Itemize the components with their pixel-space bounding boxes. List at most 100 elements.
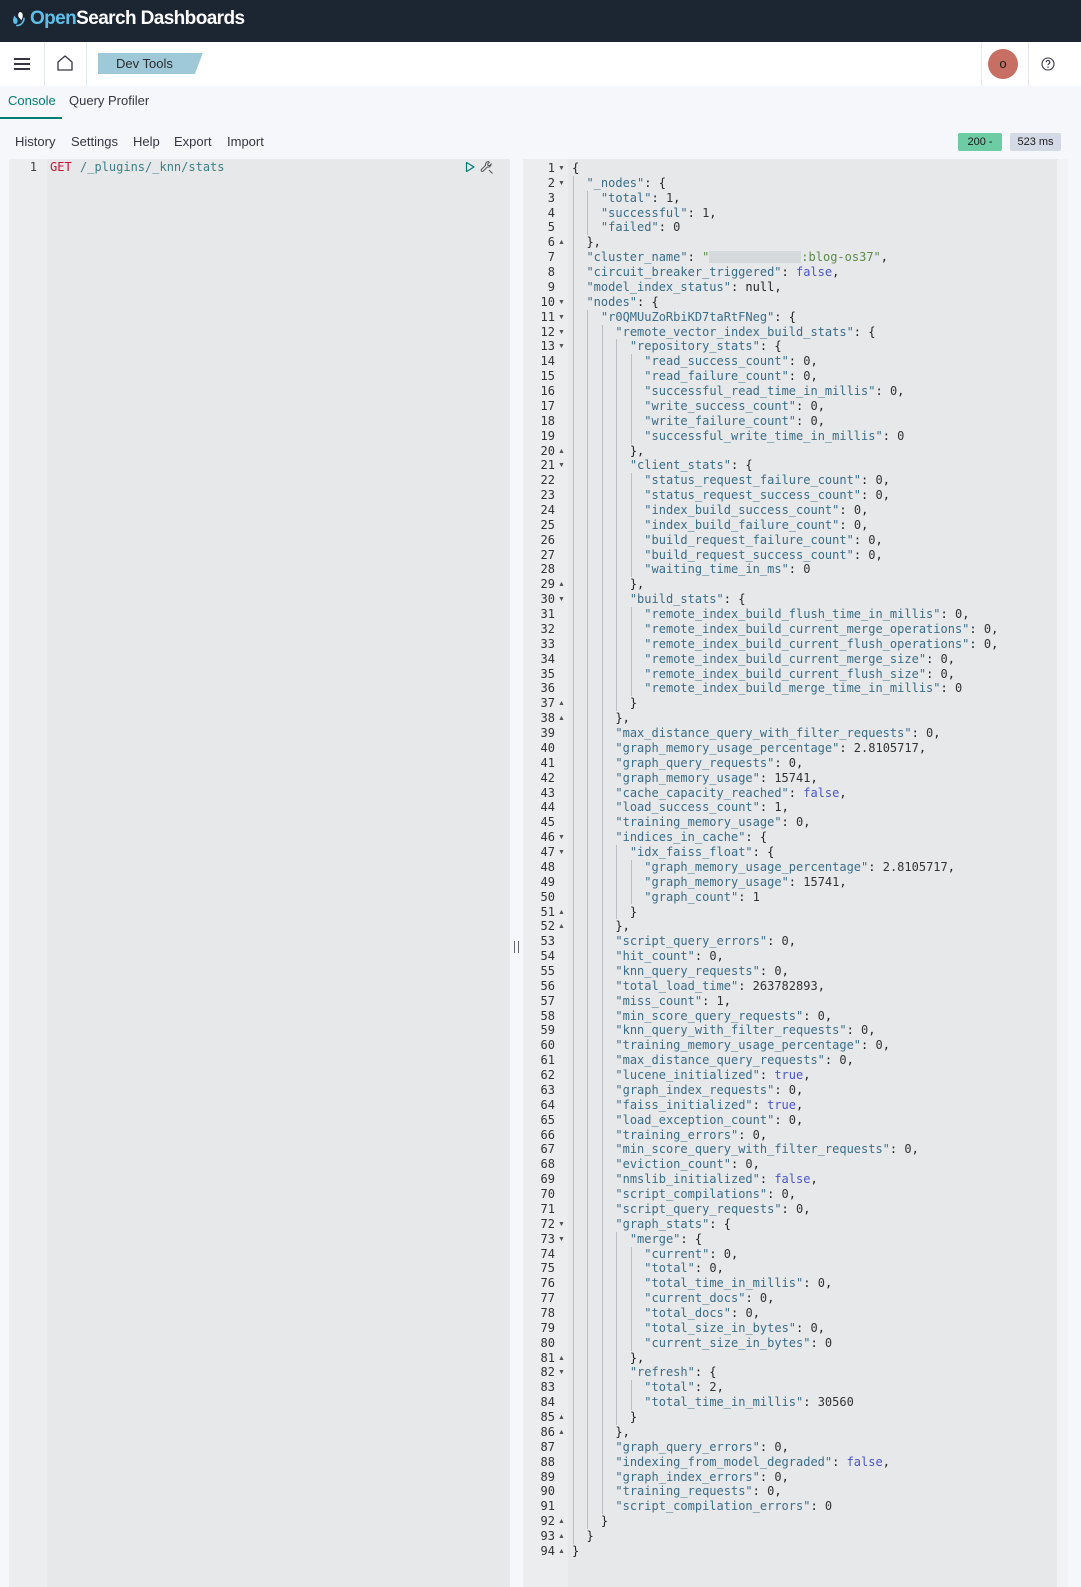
line-number: 20 (540, 443, 555, 458)
output-line: 22 "status_request_failure_count": 0, (523, 473, 1057, 488)
fold-close-icon[interactable]: ▲ (558, 577, 565, 592)
output-line: 45 "training_memory_usage": 0, (523, 815, 1057, 830)
send-request-icon[interactable] (464, 161, 476, 173)
settings-button[interactable]: Settings (71, 134, 118, 149)
divider (86, 42, 87, 86)
output-line: 16 "successful_read_time_in_millis": 0, (523, 384, 1057, 399)
fold-close-icon[interactable]: ▲ (558, 1410, 565, 1425)
line-number: 70 (540, 1187, 555, 1202)
fold-close-icon[interactable]: ▲ (558, 905, 565, 920)
response-output[interactable]: 1 ▼{2 ▼ "_nodes": {3 "total": 1, 4 "successful… (523, 159, 1057, 1587)
output-line: 49 "graph_memory_usage": 15741, (523, 875, 1057, 890)
json-text: "total_time_in_millis": 0, (644, 1276, 833, 1291)
output-line: 27 "build_request_success_count": 0, (523, 548, 1057, 563)
line-number: 50 (540, 889, 555, 904)
json-text: "graph_index_requests": 0, (615, 1082, 804, 1097)
fold-open-icon[interactable]: ▼ (558, 295, 565, 310)
logo-text: OpenSearch Dashboards (30, 8, 245, 29)
fold-open-icon[interactable]: ▼ (558, 1232, 565, 1247)
fold-open-icon[interactable]: ▼ (558, 339, 565, 354)
line-number: 56 (540, 978, 555, 993)
output-line: 84 "total_time_in_millis": 30560 (523, 1395, 1057, 1410)
output-line: 69 "nmslib_initialized": false, (523, 1172, 1057, 1187)
fold-close-icon[interactable]: ▲ (558, 1514, 565, 1529)
line-number: 48 (540, 859, 555, 874)
output-line: 50 "graph_count": 1 (523, 890, 1057, 905)
user-avatar[interactable]: o (988, 49, 1018, 79)
fold-close-icon[interactable]: ▲ (558, 1544, 565, 1559)
fold-close-icon[interactable]: ▲ (558, 1351, 565, 1366)
output-line: 3 "total": 1, (523, 191, 1057, 206)
help-icon[interactable] (1041, 57, 1055, 71)
line-number: 65 (540, 1112, 555, 1127)
fold-close-icon[interactable]: ▲ (558, 1425, 565, 1440)
json-text: "total": 0, (644, 1261, 724, 1276)
output-line: 60 "training_memory_usage_percentage": 0, (523, 1038, 1057, 1053)
output-line: 14 "read_success_count": 0, (523, 354, 1057, 369)
json-text: "load_exception_count": 0, (615, 1112, 804, 1127)
fold-open-icon[interactable]: ▼ (558, 310, 565, 325)
fold-open-icon[interactable]: ▼ (558, 592, 565, 607)
output-line: 4 "successful": 1, (523, 206, 1057, 221)
tab-query-profiler[interactable]: Query Profiler (69, 93, 149, 108)
fold-close-icon[interactable]: ▲ (558, 235, 565, 250)
output-line: 21 ▼ "client_stats": { (523, 458, 1057, 473)
line-number: 84 (540, 1395, 555, 1410)
json-text: "load_success_count": 1, (615, 800, 789, 815)
json-text: "build_request_success_count": 0, (644, 547, 883, 562)
pane-resizer[interactable] (510, 159, 523, 1587)
fold-open-icon[interactable]: ▼ (558, 458, 565, 473)
json-text: "read_success_count": 0, (644, 354, 818, 369)
json-text: "training_memory_usage": 0, (615, 815, 811, 830)
fold-open-icon[interactable]: ▼ (558, 161, 565, 176)
fold-open-icon[interactable]: ▼ (558, 1217, 565, 1232)
output-line: 59 "knn_query_with_filter_requests": 0, (523, 1023, 1057, 1038)
fold-close-icon[interactable]: ▲ (558, 919, 565, 934)
output-line: 7 "cluster_name": ":blog-os37", (523, 250, 1057, 265)
json-text: "idx_faiss_float": { (629, 845, 775, 860)
json-text: "failed": 0 (600, 220, 681, 235)
output-line: 48 "graph_memory_usage_percentage": 2.810… (523, 860, 1057, 875)
output-scrollbar[interactable] (1057, 159, 1068, 1587)
output-line: 94 ▲} (523, 1544, 1057, 1559)
editor-line[interactable]: 1 GET /_plugins/_knn/stats (9, 159, 510, 175)
line-number: 43 (540, 785, 555, 800)
json-text: }, (615, 711, 630, 726)
json-text: "waiting_time_in_ms": 0 (644, 562, 811, 577)
fold-open-icon[interactable]: ▼ (558, 830, 565, 845)
fold-open-icon[interactable]: ▼ (558, 1365, 565, 1380)
json-text: "current": 0, (644, 1246, 739, 1261)
fold-open-icon[interactable]: ▼ (558, 176, 565, 191)
breadcrumb-dev-tools[interactable]: Dev Tools (98, 53, 203, 74)
history-button[interactable]: History (15, 134, 55, 149)
output-line: 64 "faiss_initialized": true, (523, 1098, 1057, 1113)
import-button[interactable]: Import (227, 134, 264, 149)
fold-close-icon[interactable]: ▲ (558, 696, 565, 711)
wrench-icon[interactable] (480, 160, 494, 174)
line-number: 81 (540, 1350, 555, 1365)
tab-console[interactable]: Console (8, 93, 56, 108)
request-editor[interactable]: 1 GET /_plugins/_knn/stats (9, 159, 510, 1587)
fold-open-icon[interactable]: ▼ (558, 845, 565, 860)
line-number: 31 (540, 607, 555, 622)
json-text: "write_failure_count": 0, (644, 413, 825, 428)
line-number: 62 (540, 1068, 555, 1083)
top-nav-bar: OpenSearch Dashboards (0, 0, 1081, 42)
hamburger-menu-icon[interactable] (12, 54, 32, 74)
json-text: "hit_count": 0, (615, 949, 724, 964)
fold-close-icon[interactable]: ▲ (558, 1529, 565, 1544)
fold-open-icon[interactable]: ▼ (558, 325, 565, 340)
export-button[interactable]: Export (174, 134, 212, 149)
help-button[interactable]: Help (133, 134, 160, 149)
home-icon[interactable] (56, 54, 74, 72)
json-text: "graph_memory_usage": 15741, (615, 770, 818, 785)
fold-close-icon[interactable]: ▲ (558, 711, 565, 726)
fold-close-icon[interactable]: ▲ (558, 444, 565, 459)
output-line: 30 ▼ "build_stats": { (523, 592, 1057, 607)
json-text: "successful_read_time_in_millis": 0, (644, 384, 905, 399)
output-line: 25 "index_build_failure_count": 0, (523, 518, 1057, 533)
output-line: 20 ▲}, (523, 444, 1057, 459)
line-number: 80 (540, 1335, 555, 1350)
opensearch-logo[interactable]: OpenSearch Dashboards (10, 8, 245, 30)
json-text: "training_requests": 0, (615, 1484, 782, 1499)
